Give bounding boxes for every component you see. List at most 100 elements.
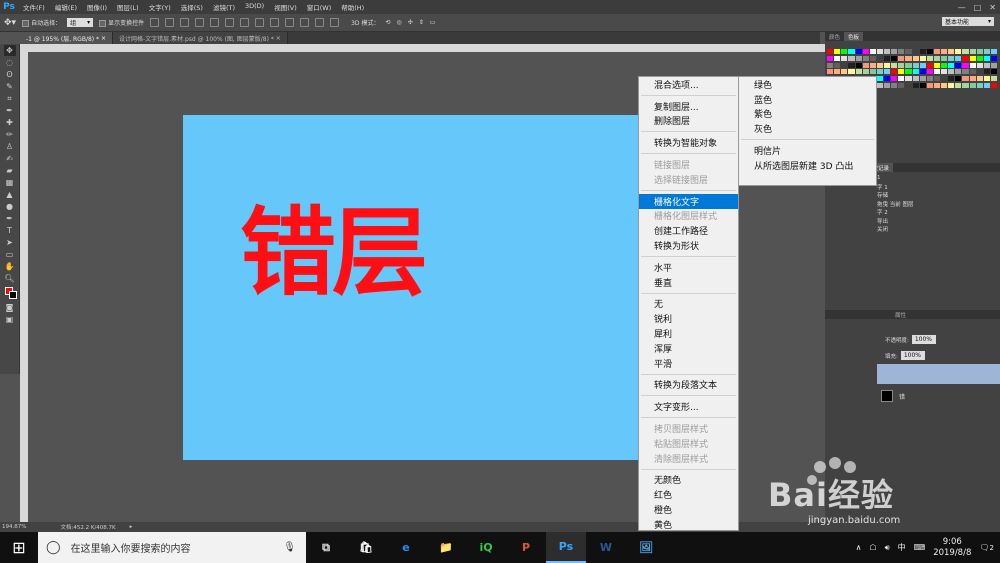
context-menu-item[interactable]: 水平: [639, 260, 738, 275]
swatch[interactable]: [884, 83, 891, 89]
swatch[interactable]: [905, 69, 912, 75]
context-menu-item[interactable]: 蓝色: [739, 92, 876, 107]
swatch[interactable]: [919, 55, 926, 61]
swatch[interactable]: [827, 69, 834, 75]
swatch[interactable]: [919, 62, 926, 68]
swatch[interactable]: [976, 69, 983, 75]
context-menu-item[interactable]: 转换为段落文本: [639, 378, 738, 393]
swatch[interactable]: [933, 69, 940, 75]
hand-tool-icon[interactable]: ✋: [4, 261, 16, 272]
context-menu-item[interactable]: 文字变形...: [639, 399, 738, 414]
menu-item[interactable]: 编辑(E): [50, 2, 82, 12]
context-menu-item[interactable]: 混合选项...: [639, 77, 738, 92]
swatch[interactable]: [983, 83, 990, 89]
eyedropper-tool-icon[interactable]: ✒: [4, 105, 16, 116]
tray-chevron-icon[interactable]: ∧: [856, 543, 862, 552]
swatch[interactable]: [891, 49, 898, 54]
swatch[interactable]: [955, 62, 962, 68]
swatch[interactable]: [976, 83, 983, 89]
swatch[interactable]: [962, 76, 969, 82]
swatch[interactable]: [976, 55, 983, 61]
swatch[interactable]: [869, 49, 876, 54]
swatch[interactable]: [912, 69, 919, 75]
notification-center-icon[interactable]: 🗨︎2: [979, 543, 994, 552]
history-item[interactable]: 字 2: [825, 208, 1000, 217]
swatch[interactable]: [948, 83, 955, 89]
context-menu-item[interactable]: 转换为形状: [639, 238, 738, 253]
volume-icon[interactable]: 🔊︎: [885, 543, 890, 553]
lasso-tool-icon[interactable]: ʘ: [4, 69, 16, 80]
file-explorer-icon[interactable]: 📁: [426, 532, 466, 563]
swatch[interactable]: [955, 76, 962, 82]
swatch[interactable]: [955, 49, 962, 54]
swatch[interactable]: [855, 55, 862, 61]
context-menu-item[interactable]: 无: [639, 297, 738, 312]
swatch[interactable]: [841, 49, 848, 54]
swatch[interactable]: [848, 55, 855, 61]
context-menu-item[interactable]: 删除图层: [639, 114, 738, 129]
3d-slide-icon[interactable]: ⇕: [419, 19, 424, 26]
context-menu-item[interactable]: 栅格化文字: [639, 193, 738, 209]
swatch[interactable]: [926, 83, 933, 89]
swatch[interactable]: [891, 62, 898, 68]
align-center-icon[interactable]: [210, 18, 220, 27]
swatch[interactable]: [948, 55, 955, 61]
swatch[interactable]: [976, 62, 983, 68]
swatch[interactable]: [962, 55, 969, 61]
brush-tool-icon[interactable]: ✏: [4, 129, 16, 140]
store-icon[interactable]: 🛍: [346, 532, 386, 563]
menu-item[interactable]: 窗口(W): [302, 2, 337, 12]
eraser-tool-icon[interactable]: ▰: [4, 165, 16, 176]
type-tool-icon[interactable]: T: [4, 225, 16, 236]
powerpoint-icon[interactable]: P: [506, 532, 546, 563]
swatch[interactable]: [891, 76, 898, 82]
distribute-bottom-icon[interactable]: [270, 18, 280, 27]
3d-rotate-icon[interactable]: ⟲: [385, 19, 390, 26]
quick-mask-icon[interactable]: ◙: [4, 302, 16, 313]
swatch[interactable]: [834, 69, 841, 75]
swatch[interactable]: [855, 69, 862, 75]
swatch[interactable]: [919, 83, 926, 89]
zoom-level[interactable]: 194.87%: [2, 524, 26, 530]
tab-document-2[interactable]: 设计网格-文字错层.素材.psd @ 100% (图, 图层蒙版/8) * ×: [112, 32, 288, 44]
canvas-text-layer[interactable]: 错层: [240, 205, 428, 301]
context-menu-item[interactable]: 从所选图层新建 3D 凸出: [739, 158, 876, 173]
context-menu-item[interactable]: 犀利: [639, 326, 738, 341]
swatch[interactable]: [876, 55, 883, 61]
menu-item[interactable]: 文字(Y): [144, 2, 176, 12]
swatch[interactable]: [955, 55, 962, 61]
swatch[interactable]: [862, 69, 869, 75]
distribute-top-icon[interactable]: [240, 18, 250, 27]
context-menu-item[interactable]: 紫色: [739, 107, 876, 122]
swatch[interactable]: [862, 55, 869, 61]
context-menu-item[interactable]: 橙色: [639, 502, 738, 517]
history-item[interactable]: 关闭: [825, 225, 1000, 234]
swatch[interactable]: [884, 55, 891, 61]
context-menu-item[interactable]: 灰色: [739, 121, 876, 136]
context-menu-item[interactable]: 垂直: [639, 275, 738, 290]
swatch[interactable]: [941, 62, 948, 68]
history-item[interactable]: 存储: [825, 191, 1000, 200]
photos-icon[interactable]: 🖼: [626, 532, 666, 563]
taskbar-search[interactable]: ◯ 在这里输入你要搜索的内容 🎙︎: [38, 532, 306, 563]
swatch[interactable]: [848, 62, 855, 68]
swatch[interactable]: [976, 76, 983, 82]
swatch[interactable]: [905, 76, 912, 82]
swatch[interactable]: [855, 49, 862, 54]
keyboard-icon[interactable]: ⌨: [914, 543, 926, 552]
tab-properties[interactable]: 属性: [891, 310, 910, 319]
swatch[interactable]: [941, 69, 948, 75]
swatch[interactable]: [898, 83, 905, 89]
swatch[interactable]: [969, 49, 976, 54]
swatch[interactable]: [905, 55, 912, 61]
menu-item[interactable]: 帮助(H): [336, 2, 369, 12]
3d-roll-icon[interactable]: ◎: [396, 19, 401, 26]
swatch[interactable]: [926, 69, 933, 75]
swatch[interactable]: [884, 69, 891, 75]
swatch[interactable]: [876, 49, 883, 54]
context-menu-item[interactable]: 黄色: [639, 517, 738, 532]
swatch[interactable]: [862, 62, 869, 68]
align-bottom-icon[interactable]: [180, 18, 190, 27]
swatch[interactable]: [969, 62, 976, 68]
context-menu-item[interactable]: 转换为智能对象: [639, 135, 738, 150]
